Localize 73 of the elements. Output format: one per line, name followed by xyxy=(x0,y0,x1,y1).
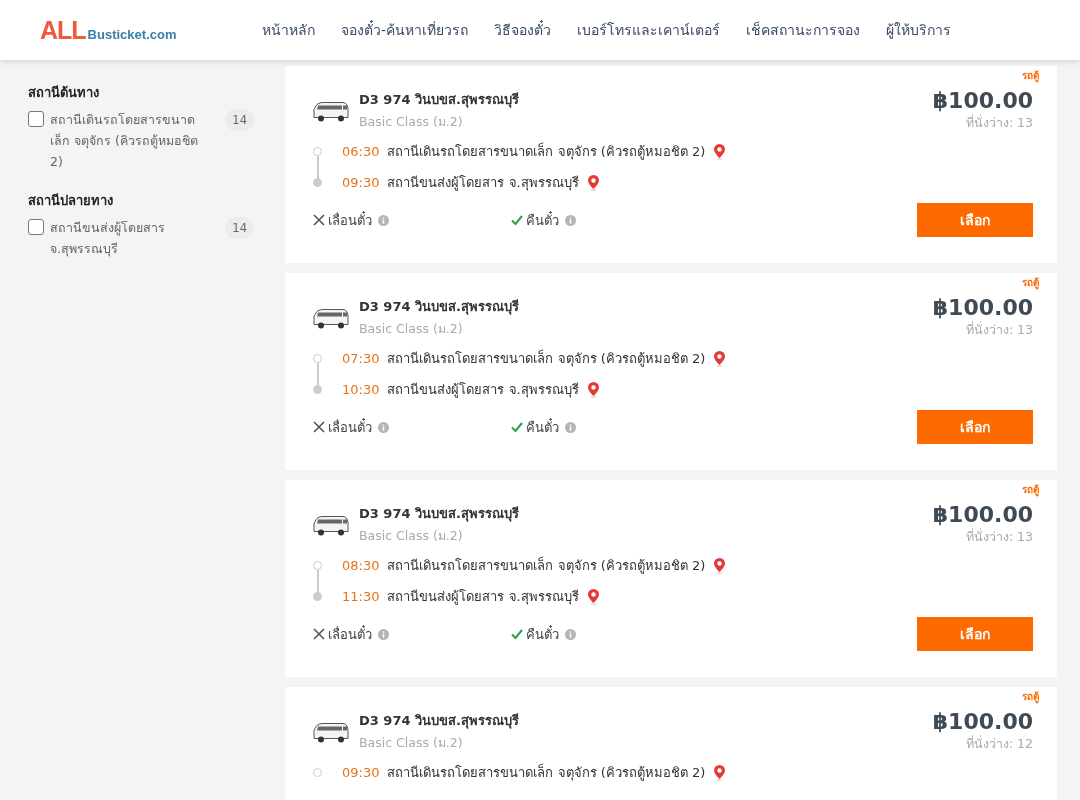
info-icon xyxy=(378,628,389,640)
class-label: Basic Class (ม.2) xyxy=(359,527,464,545)
checkbox[interactable] xyxy=(28,219,44,235)
nav-link[interactable]: วิธีจองตั๋ว xyxy=(494,19,552,41)
policy-label: คืนตั๋ว xyxy=(526,210,559,230)
seats-available: ที่นั่งว่าง: 12 xyxy=(965,734,1033,753)
station-name: สถานีเดินรถโดยสารขนาดเล็ก จตุจักร (คิวรถตู้หมอชิต 2) xyxy=(387,762,706,783)
station-name: สถานีขนส่งผู้โดยสาร จ.สุพรรณบุรี xyxy=(387,174,579,193)
policy-label: เลื่อนตั๋ว xyxy=(328,210,372,230)
departure-time: 07:30 xyxy=(342,351,380,366)
station-name: สถานีขนส่งผู้โดยสาร จ.สุพรรณบุรี xyxy=(387,588,579,607)
info-icon xyxy=(565,628,576,640)
class-label: Basic Class (ม.2) xyxy=(359,734,464,752)
departure-time: 09:30 xyxy=(342,765,380,780)
vehicle-type-label: รถตู้ xyxy=(1022,483,1039,497)
map-pin-icon xyxy=(713,764,727,781)
filter-option-label[interactable]: สถานีเดินรถโดยสารขนาดเล็ก จตุจักร (คิวรถตู้หมอชิต 2) xyxy=(50,109,214,172)
departure-time: 11:30 xyxy=(342,589,380,604)
filter-option-label[interactable]: สถานีขนส่งผู้โดยสาร จ.สุพรรณบุรี xyxy=(50,217,214,259)
nav-link[interactable]: หน้าหลัก xyxy=(262,19,315,41)
policy-label: คืนตั๋ว xyxy=(526,417,559,437)
nav-link[interactable]: ผู้ให้บริการ xyxy=(886,19,952,41)
seats-available: ที่นั่งว่าง: 13 xyxy=(965,527,1033,546)
nav-link[interactable]: จองตั๋ว-ค้นหาเที่ยวรถ xyxy=(341,19,469,41)
vehicle-type-label: รถตู้ xyxy=(1022,69,1039,83)
select-button[interactable]: เลือก xyxy=(917,410,1033,444)
station-name: สถานีเดินรถโดยสารขนาดเล็ก จตุจักร (คิวรถตู้หมอชิต 2) xyxy=(387,348,706,369)
info-icon xyxy=(378,421,389,433)
select-button[interactable]: เลือก xyxy=(917,617,1033,651)
seats-available: ที่นั่งว่าง: 13 xyxy=(965,113,1033,132)
select-button[interactable]: เลือก xyxy=(917,203,1033,237)
route-title: D3 974 วินบขส.สุพรรณบุรี xyxy=(359,712,519,731)
route-title: D3 974 วินบขส.สุพรรณบุรี xyxy=(359,298,519,317)
map-pin-icon xyxy=(713,350,727,367)
map-pin-icon xyxy=(586,381,600,398)
info-icon xyxy=(378,214,389,226)
class-label: Basic Class (ม.2) xyxy=(359,113,464,131)
count-badge: 14 xyxy=(225,217,254,239)
vehicle-type-label: รถตู้ xyxy=(1022,690,1039,704)
departure-time: 10:30 xyxy=(342,382,380,397)
info-icon xyxy=(565,421,576,433)
station-name: สถานีเดินรถโดยสารขนาดเล็ก จตุจักร (คิวรถตู้หมอชิต 2) xyxy=(387,141,706,162)
vehicle-type-label: รถตู้ xyxy=(1022,276,1039,290)
price: ฿100.00 xyxy=(932,502,1033,527)
price: ฿100.00 xyxy=(932,709,1033,734)
route-title: D3 974 วินบขส.สุพรรณบุรี xyxy=(359,91,519,110)
departure-time: 09:30 xyxy=(342,175,380,190)
map-pin-icon xyxy=(713,557,727,574)
count-badge: 14 xyxy=(225,109,254,131)
filter-heading: สถานีปลายทาง xyxy=(28,192,114,210)
policy-label: เลื่อนตั๋ว xyxy=(328,417,372,437)
price: ฿100.00 xyxy=(932,295,1033,320)
price: ฿100.00 xyxy=(932,88,1033,113)
station-name: สถานีขนส่งผู้โดยสาร จ.สุพรรณบุรี xyxy=(387,381,579,400)
map-pin-icon xyxy=(586,588,600,605)
checkbox[interactable] xyxy=(28,111,44,127)
logo-text[interactable]: ALL xyxy=(40,15,86,45)
map-pin-icon xyxy=(586,174,600,191)
departure-time: 06:30 xyxy=(342,144,380,159)
seats-available: ที่นั่งว่าง: 13 xyxy=(965,320,1033,339)
station-name: สถานีเดินรถโดยสารขนาดเล็ก จตุจักร (คิวรถตู้หมอชิต 2) xyxy=(387,555,706,576)
class-label: Basic Class (ม.2) xyxy=(359,320,464,338)
policy-label: เลื่อนตั๋ว xyxy=(328,624,372,644)
map-pin-icon xyxy=(713,143,727,160)
route-title: D3 974 วินบขส.สุพรรณบุรี xyxy=(359,505,519,524)
timeline-dot xyxy=(313,768,322,777)
nav-link[interactable]: เบอร์โทรและเคาน์เตอร์ xyxy=(577,19,721,41)
filter-heading: สถานีต้นทาง xyxy=(28,84,100,102)
info-icon xyxy=(565,214,576,226)
policy-label: คืนตั๋ว xyxy=(526,624,559,644)
departure-time: 08:30 xyxy=(342,558,380,573)
nav-link[interactable]: เช็คสถานะการจอง xyxy=(746,19,861,41)
logo-subtext[interactable]: Busticket.com xyxy=(87,26,177,42)
